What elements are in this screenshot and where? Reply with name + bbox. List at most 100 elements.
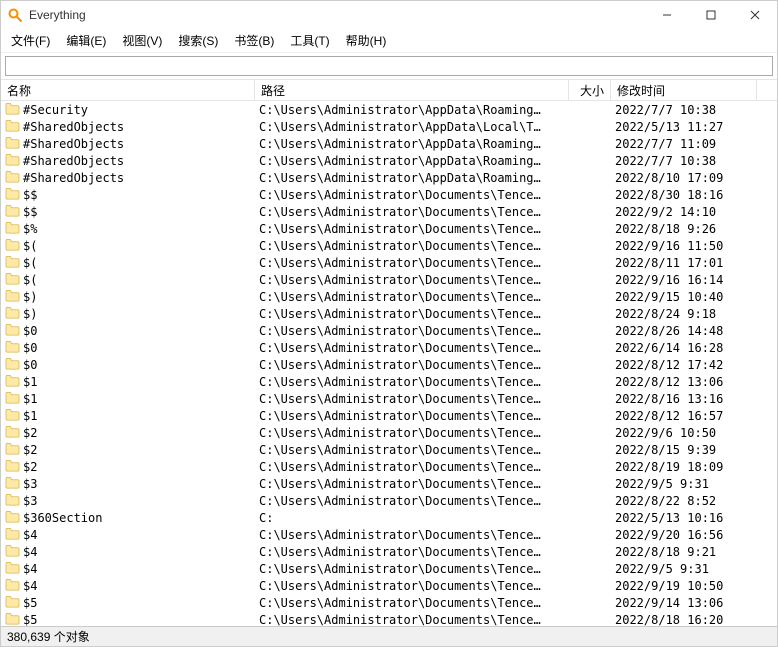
file-name: $( [23,256,37,270]
table-row[interactable]: $0C:\Users\Administrator\Documents\Tence… [1,339,777,356]
cell-date: 2022/8/22 8:52 [611,494,757,508]
table-row[interactable]: $( C:\Users\Administrator\Documents\Tence… [1,254,777,271]
table-row[interactable]: $(C:\Users\Administrator\Documents\Tence… [1,237,777,254]
folder-icon [5,442,20,458]
file-name: $2 [23,443,37,457]
folder-icon [5,595,20,611]
maximize-button[interactable] [689,1,733,29]
folder-icon [5,289,20,305]
table-row[interactable]: $4C:\Users\Administrator\Documents\Tence… [1,560,777,577]
table-row[interactable]: $3C:\Users\Administrator\Documents\Tence… [1,492,777,509]
table-row[interactable]: $1C:\Users\Administrator\Documents\Tence… [1,373,777,390]
table-row[interactable]: #SharedObjectsC:\Users\Administrator\App… [1,135,777,152]
menu-item[interactable]: 工具(T) [282,30,337,51]
table-row[interactable]: $2C:\Users\Administrator\Documents\Tence… [1,424,777,441]
table-row[interactable]: $)C:\Users\Administrator\Documents\Tence… [1,288,777,305]
table-row[interactable]: $$C:\Users\Administrator\Documents\Tence… [1,203,777,220]
menu-item[interactable]: 书签(B) [226,30,282,51]
cell-date: 2022/9/6 10:50 [611,426,757,440]
column-size-header[interactable]: 大小 [569,80,611,101]
table-row[interactable]: #SharedObjectsC:\Users\Administrator\App… [1,169,777,186]
cell-date: 2022/9/16 16:14 [611,273,757,287]
cell-date: 2022/9/20 16:56 [611,528,757,542]
table-row[interactable]: $%C:\Users\Administrator\Documents\Tence… [1,220,777,237]
cell-name: $3 [1,476,255,492]
folder-icon [5,306,20,322]
menu-item[interactable]: 文件(F) [3,30,58,51]
cell-name: $0 [1,323,255,339]
table-row[interactable]: $360SectionC:2022/5/13 10:16 [1,509,777,526]
minimize-button[interactable] [645,1,689,29]
close-button[interactable] [733,1,777,29]
cell-path: C:\Users\Administrator\Documents\Tence… [255,409,569,423]
cell-date: 2022/7/7 10:38 [611,154,757,168]
menu-item[interactable]: 编辑(E) [58,30,114,51]
cell-path: C:\Users\Administrator\AppData\Local\T… [255,120,569,134]
table-row[interactable]: $3C:\Users\Administrator\Documents\Tence… [1,475,777,492]
table-row[interactable]: #SecurityC:\Users\Administrator\AppData\… [1,101,777,118]
table-row[interactable]: $(C:\Users\Administrator\Documents\Tence… [1,271,777,288]
folder-icon [5,272,20,288]
cell-name: $0 [1,340,255,356]
file-name: #SharedObjects [23,137,124,151]
cell-date: 2022/8/12 13:06 [611,375,757,389]
cell-date: 2022/8/16 13:16 [611,392,757,406]
results-list: #Security C:\Users\Administrator\AppData\… [1,101,777,626]
table-row[interactable]: $0 C:\Users\Administrator\Documents\Tence… [1,356,777,373]
cell-path: C:\Users\Administrator\Documents\Tence… [255,188,569,202]
cell-name: $1 [1,374,255,390]
table-row[interactable]: $1C:\Users\Administrator\Documents\Tence… [1,390,777,407]
cell-date: 2022/8/11 17:01 [611,256,757,270]
folder-icon [5,357,20,373]
folder-icon [5,561,20,577]
table-row[interactable]: $0 C:\Users\Administrator\Documents\Tence… [1,322,777,339]
column-path-header[interactable]: 路径 [255,80,569,101]
cell-path: C:\Users\Administrator\Documents\Tence… [255,613,569,627]
table-row[interactable]: $1C:\Users\Administrator\Documents\Tence… [1,407,777,424]
cell-name: $360Section [1,510,255,526]
cell-date: 2022/8/15 9:39 [611,443,757,457]
table-row[interactable]: $4C:\Users\Administrator\Documents\Tence… [1,543,777,560]
file-name: $0 [23,358,37,372]
search-input[interactable] [5,56,773,76]
file-name: $1 [23,375,37,389]
folder-icon [5,102,20,118]
cell-name: $2 [1,425,255,441]
table-row[interactable]: $5C:\Users\Administrator\Documents\Tence… [1,594,777,611]
table-row[interactable]: $2C:\Users\Administrator\Documents\Tence… [1,441,777,458]
folder-icon [5,170,20,186]
cell-name: #SharedObjects [1,153,255,169]
cell-date: 2022/9/15 10:40 [611,290,757,304]
menu-item[interactable]: 搜索(S) [170,30,226,51]
results-scroll-area[interactable]: #Security C:\Users\Administrator\AppData\… [1,101,777,626]
table-row[interactable]: $$C:\Users\Administrator\Documents\Tence… [1,186,777,203]
table-row[interactable]: #SharedObjectsC:\Users\Administrator\App… [1,118,777,135]
file-name: $0 [23,324,37,338]
cell-path: C:\Users\Administrator\Documents\Tence… [255,290,569,304]
column-date-header[interactable]: 修改时间 [611,80,757,101]
table-row[interactable]: $5C:\Users\Administrator\Documents\Tence… [1,611,777,626]
menu-item[interactable]: 帮助(H) [338,30,395,51]
cell-date: 2022/5/13 10:16 [611,511,757,525]
cell-date: 2022/8/30 18:16 [611,188,757,202]
table-row[interactable]: $4C:\Users\Administrator\Documents\Tence… [1,577,777,594]
menu-item[interactable]: 视图(V) [114,30,170,51]
folder-icon [5,510,20,526]
table-row[interactable]: $2C:\Users\Administrator\Documents\Tence… [1,458,777,475]
cell-path: C:\Users\Administrator\Documents\Tence… [255,256,569,270]
column-name-header[interactable]: 名称 [1,80,255,101]
folder-icon [5,238,20,254]
cell-name: $4 [1,544,255,560]
folder-icon [5,527,20,543]
cell-path: C:\Users\Administrator\Documents\Tence… [255,596,569,610]
cell-date: 2022/7/7 11:09 [611,137,757,151]
table-row[interactable]: #SharedObjectsC:\Users\Administrator\App… [1,152,777,169]
table-row[interactable]: $4C:\Users\Administrator\Documents\Tence… [1,526,777,543]
file-name: #Security [23,103,88,117]
folder-icon [5,340,20,356]
cell-path: C:\Users\Administrator\Documents\Tence… [255,358,569,372]
table-row[interactable]: $)C:\Users\Administrator\Documents\Tence… [1,305,777,322]
folder-icon [5,459,20,475]
cell-path: C:\Users\Administrator\Documents\Tence… [255,324,569,338]
window-title: Everything [29,8,645,22]
